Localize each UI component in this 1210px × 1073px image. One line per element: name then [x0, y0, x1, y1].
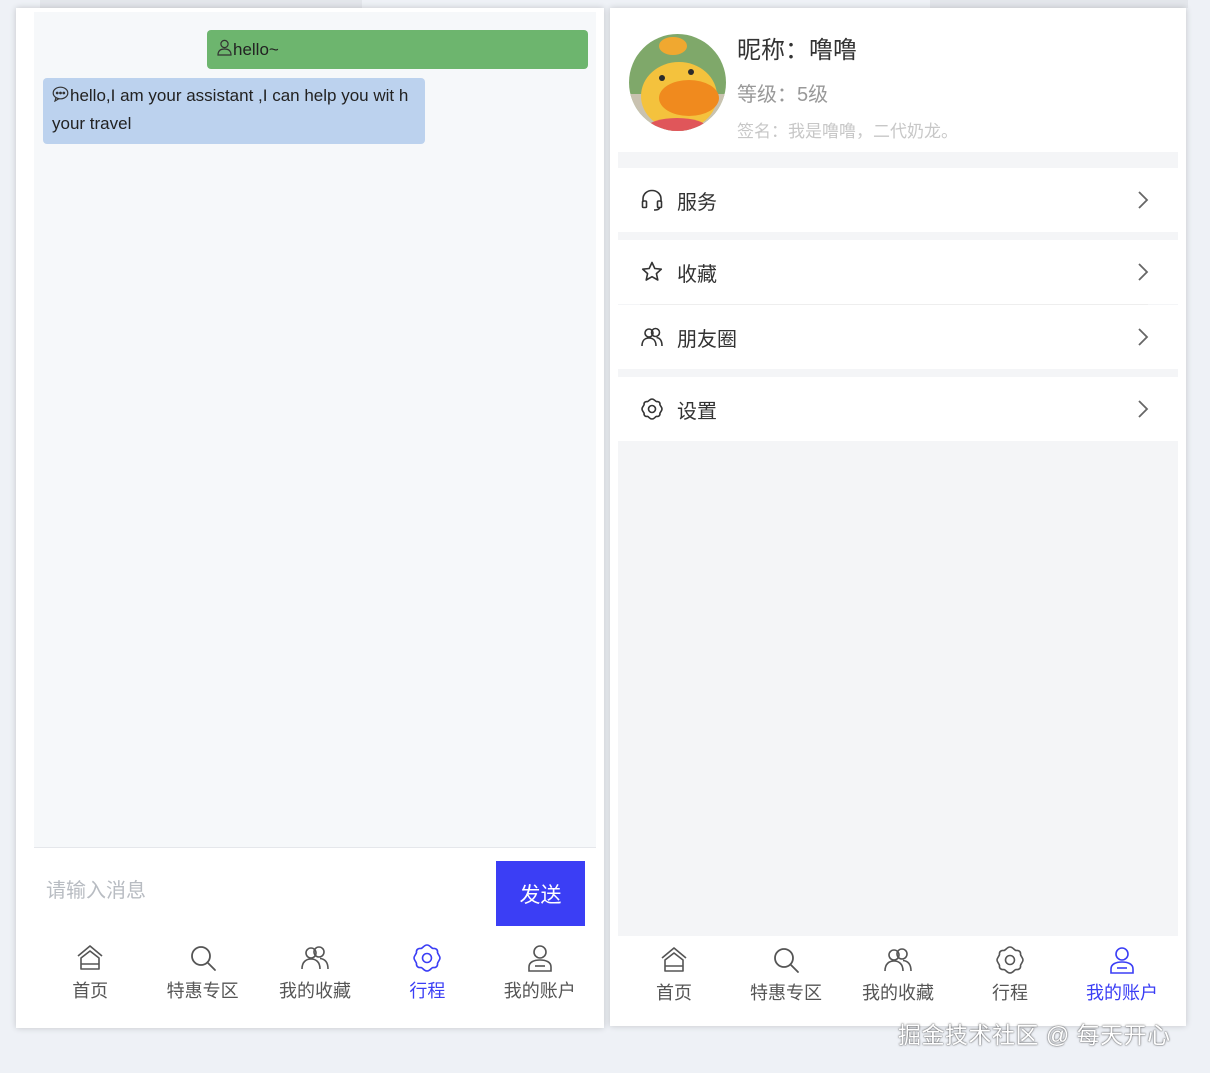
- tab-account-label: 我的账户: [503, 981, 576, 1001]
- menu-item-settings-label: 设置: [677, 400, 717, 423]
- bottom-tab-bar: 首页 特惠专区 我的收藏 行程 我的账户: [34, 934, 596, 1012]
- tab-home-label: 首页: [72, 981, 109, 1001]
- tab-home-label: 首页: [656, 983, 692, 1003]
- users-icon: [301, 946, 329, 970]
- account-icon: [1110, 947, 1134, 974]
- menu-item-service-label: 服务: [677, 191, 717, 214]
- bottom-tab-bar: 首页 特惠专区 我的收藏 行程 我的账户: [618, 936, 1178, 1014]
- tab-deals-label: 特惠专区: [750, 983, 822, 1003]
- tab-home[interactable]: 首页: [35, 943, 145, 1003]
- tab-deals-label: 特惠专区: [166, 981, 239, 1001]
- tab-favorites-label: 我的收藏: [862, 983, 934, 1003]
- star-icon: [641, 261, 663, 281]
- menu-item-favorites-label: 收藏: [677, 263, 717, 286]
- friends-icon: [641, 327, 663, 347]
- home-icon: [661, 947, 687, 972]
- tab-home[interactable]: 首页: [619, 945, 729, 1005]
- watermark: 掘金技术社区 @ 每天开心: [898, 1022, 1171, 1048]
- tab-deals[interactable]: 特惠专区: [731, 945, 841, 1005]
- profile-level: 等级：5级: [737, 84, 829, 106]
- menu-item-moments-label: 朋友圈: [677, 328, 737, 351]
- chevron-right-icon: [1138, 263, 1149, 281]
- chat-bubble-icon: [52, 83, 69, 110]
- menu-item-favorites[interactable]: 收藏: [618, 240, 1178, 304]
- tab-account[interactable]: 我的账户: [1067, 945, 1177, 1005]
- message-input[interactable]: [34, 848, 484, 934]
- assistant-message-text: hello,I am your assistant ,I can help yo…: [52, 86, 409, 133]
- settings-icon: [641, 398, 663, 420]
- menu-item-service[interactable]: 服务: [618, 168, 1178, 232]
- tab-account[interactable]: 我的账户: [485, 943, 595, 1003]
- account-icon: [527, 945, 552, 972]
- menu-item-moments[interactable]: 朋友圈: [618, 305, 1178, 369]
- headset-icon: [641, 189, 663, 211]
- tab-itinerary-label: 行程: [409, 981, 446, 1001]
- users-icon: [884, 948, 912, 972]
- user-message-text: hello~: [233, 40, 279, 59]
- profile-nickname: 昵称：噜噜: [737, 37, 857, 64]
- flower-settings-icon: [996, 946, 1024, 974]
- profile-card: 昵称：噜噜 等级：5级 签名：我是噜噜，二代奶龙。: [618, 14, 1178, 152]
- chevron-right-icon: [1138, 400, 1149, 418]
- user-message-bubble: hello~: [207, 30, 588, 69]
- chat-screen: hello~ hello,I am your assistant ,I can …: [16, 8, 604, 1028]
- user-icon: [217, 37, 232, 64]
- message-composer: 发送: [34, 847, 596, 934]
- tab-itinerary[interactable]: 行程: [955, 945, 1065, 1005]
- chat-message-list[interactable]: hello~ hello,I am your assistant ,I can …: [34, 12, 596, 848]
- account-content: 昵称：噜噜 等级：5级 签名：我是噜噜，二代奶龙。 服务 收藏 朋友圈 设置: [618, 14, 1178, 936]
- flower-settings-icon: [413, 944, 442, 972]
- menu-item-settings[interactable]: 设置: [618, 377, 1178, 441]
- avatar[interactable]: [629, 34, 726, 131]
- search-icon: [774, 948, 799, 973]
- tab-favorites[interactable]: 我的收藏: [260, 943, 370, 1003]
- account-screen: 昵称：噜噜 等级：5级 签名：我是噜噜，二代奶龙。 服务 收藏 朋友圈 设置 首…: [610, 8, 1186, 1026]
- home-icon: [77, 945, 103, 970]
- tab-itinerary-label: 行程: [992, 983, 1028, 1003]
- chevron-right-icon: [1138, 191, 1149, 209]
- tab-favorites[interactable]: 我的收藏: [843, 945, 953, 1005]
- assistant-message-bubble: hello,I am your assistant ,I can help yo…: [43, 78, 425, 144]
- send-button[interactable]: 发送: [496, 861, 585, 926]
- tab-favorites-label: 我的收藏: [278, 981, 351, 1001]
- tab-deals[interactable]: 特惠专区: [148, 943, 258, 1003]
- search-icon: [190, 946, 216, 971]
- tab-itinerary[interactable]: 行程: [372, 943, 482, 1003]
- tab-account-label: 我的账户: [1086, 983, 1158, 1003]
- chevron-right-icon: [1138, 328, 1149, 346]
- profile-signature: 签名：我是噜噜，二代奶龙。: [737, 122, 958, 141]
- top-strip-left: [40, 0, 362, 8]
- top-strip-right: [930, 0, 1188, 8]
